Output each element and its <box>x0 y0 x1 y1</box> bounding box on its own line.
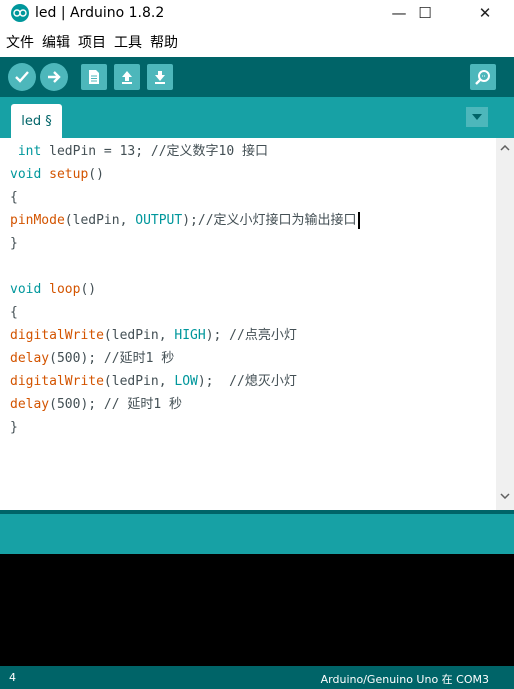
verify-button[interactable] <box>8 63 36 91</box>
editor-scrollbar[interactable] <box>496 138 514 510</box>
document-icon <box>89 70 99 84</box>
console-output[interactable] <box>0 554 514 666</box>
title-bar: led | Arduino 1.8.2 — ☐ ✕ <box>0 0 514 26</box>
code-line: digitalWrite(ledPin, HIGH); //点亮小灯 <box>10 325 297 347</box>
infinity-icon <box>13 9 27 17</box>
code-token: (ledPin, <box>103 374 175 389</box>
code-token-kw-func: digitalWrite <box>10 374 104 389</box>
code-token-kw-type: void <box>10 167 42 182</box>
scroll-down-icon[interactable] <box>496 488 514 504</box>
code-token-kw-type: int <box>17 144 42 159</box>
code-token-kw-func: digitalWrite <box>10 328 104 343</box>
code-token: (ledPin, <box>103 328 175 343</box>
code-token-kw-func: setup <box>49 167 89 182</box>
code-token-kw-func: loop <box>49 282 81 297</box>
code-line: int ledPin = 13; //定义数字10 接口 <box>10 141 268 163</box>
arrow-down-icon <box>155 71 165 84</box>
board-port-label: Arduino/Genuino Uno 在 COM3 <box>320 673 489 686</box>
arrow-up-icon <box>122 71 132 84</box>
tab-menu-button[interactable] <box>466 107 488 127</box>
code-token-kw-func: delay <box>10 397 50 412</box>
code-token-kw-func: pinMode <box>10 213 65 228</box>
arrow-right-icon <box>48 71 61 83</box>
tab-bar: led § <box>0 97 514 138</box>
line-number: 4 <box>9 671 16 684</box>
text-caret <box>357 212 360 229</box>
code-line: digitalWrite(ledPin, LOW); //熄灭小灯 <box>10 371 297 393</box>
serial-monitor-button[interactable] <box>470 64 496 90</box>
window-title: led | Arduino 1.8.2 <box>35 5 165 21</box>
code-token-kw-type: void <box>10 282 42 297</box>
code-token-kw-const: LOW <box>174 374 198 389</box>
code-line: void setup() <box>10 164 104 186</box>
code-token: (ledPin, <box>64 213 136 228</box>
code-line: delay(500); // 延时1 秒 <box>10 394 182 416</box>
magnifier-icon <box>475 70 490 85</box>
code-line: } <box>10 233 18 255</box>
code-token: () <box>88 167 104 182</box>
menu-file[interactable]: 文件 <box>6 32 34 52</box>
menu-sketch[interactable]: 项目 <box>78 32 106 52</box>
code-line: pinMode(ledPin, OUTPUT);//定义小灯接口为输出接口 <box>10 210 360 232</box>
triangle-down-icon <box>472 114 482 120</box>
code-token: { <box>10 190 18 205</box>
scroll-up-icon[interactable] <box>496 140 514 156</box>
new-button[interactable] <box>81 64 107 90</box>
code-token: );//定义小灯接口为输出接口 <box>182 213 357 228</box>
menu-bar: 文件 编辑 项目 工具 帮助 <box>0 30 514 54</box>
maximize-button[interactable]: ☐ <box>402 0 448 26</box>
code-token: ); //点亮小灯 <box>205 328 297 343</box>
code-token: () <box>80 282 97 297</box>
code-token: { <box>10 305 18 320</box>
close-button[interactable]: ✕ <box>462 0 508 26</box>
code-line: { <box>10 302 18 324</box>
code-token-kw-const: OUTPUT <box>135 213 183 228</box>
code-token: } <box>10 420 18 435</box>
menu-help[interactable]: 帮助 <box>150 32 178 52</box>
code-token-kw-func: delay <box>10 351 50 366</box>
code-line: delay(500); //延时1 秒 <box>10 348 174 370</box>
code-token-kw-const: HIGH <box>174 328 206 343</box>
code-token: } <box>10 236 18 251</box>
code-line: } <box>10 417 18 439</box>
check-icon <box>15 71 29 83</box>
divider[interactable] <box>0 510 514 514</box>
code-token: (500); // 延时1 秒 <box>49 397 183 412</box>
tab-led[interactable]: led § <box>11 104 62 138</box>
toolbar <box>0 57 514 97</box>
code-line: { <box>10 187 18 209</box>
open-button[interactable] <box>114 64 140 90</box>
upload-button[interactable] <box>40 63 68 91</box>
arduino-logo-icon <box>11 4 29 22</box>
code-token: ledPin = 13; //定义数字10 接口 <box>41 144 269 159</box>
code-editor[interactable]: int ledPin = 13; //定义数字10 接口 void setup()… <box>0 138 496 510</box>
code-token: ); //熄灭小灯 <box>197 374 297 389</box>
menu-tools[interactable]: 工具 <box>114 32 142 52</box>
menu-edit[interactable]: 编辑 <box>42 32 70 52</box>
code-line: void loop() <box>10 279 96 301</box>
message-area <box>0 510 514 554</box>
save-button[interactable] <box>147 64 173 90</box>
status-bar: 4 Arduino/Genuino Uno 在 COM3 <box>0 666 514 689</box>
code-token: (500); //延时1 秒 <box>49 351 175 366</box>
